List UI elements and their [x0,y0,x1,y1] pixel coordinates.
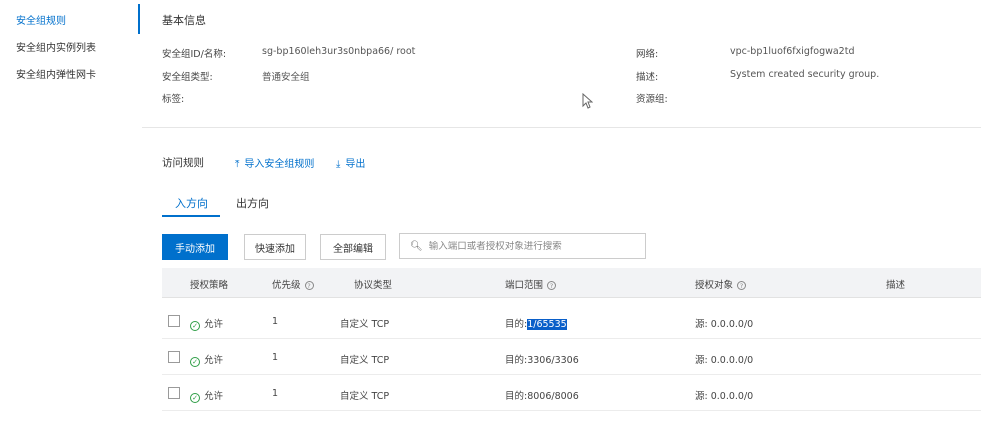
security-group-type-value: 普通安全组 [262,72,310,83]
search-input[interactable] [428,240,639,252]
source-cell: 源: 0.0.0.0/0 [695,391,754,402]
check-circle-icon: ✓ [190,321,200,331]
tab-outbound[interactable]: 出方向 [236,195,269,211]
port-prefix: 目的: [505,391,528,402]
export-label: 导出 [345,159,366,170]
port-prefix: 目的: [505,355,528,366]
table-row[interactable]: ✓ 允许 1 自定义 TCP 目的:1/65535 源: 0.0.0.0/0 [162,303,981,339]
sidebar-item-enis[interactable]: 安全组内弹性网卡 [16,66,96,81]
section-divider [142,127,981,128]
port-range-cell: 目的:8006/8006 [505,388,579,402]
source-cell: 源: 0.0.0.0/0 [695,355,754,366]
column-header-priority-label: 优先级 [272,280,301,291]
priority-cell: 1 [272,388,279,399]
download-icon: ⤓ [336,159,341,170]
edit-all-button[interactable]: 全部编辑 [320,234,386,260]
access-rules-title: 访问规则 [162,157,204,169]
column-header-port-range-label: 端口范围 [505,280,544,291]
security-group-type-label: 安全组类型: [162,72,213,83]
port-range-cell: 目的:3306/3306 [505,352,579,366]
rule-search-box[interactable]: 🔍︎ [399,233,646,259]
help-icon[interactable]: ? [737,281,747,290]
mouse-cursor-icon [582,93,593,109]
sidebar: 安全组规则 安全组内实例列表 安全组内弹性网卡 [0,0,140,423]
rules-table-header: 授权策略 优先级? 协议类型 端口范围? 授权对象? 描述 [162,268,981,298]
description-value: System created security group. [730,69,880,80]
policy-value: 允许 [204,391,224,402]
vpc-label: 网络: [636,49,659,60]
quick-add-button[interactable]: 快速添加 [244,234,306,260]
active-tab-indicator [162,215,220,217]
column-header-source-label: 授权对象 [695,280,734,291]
policy-cell: ✓ 允许 [190,388,223,403]
column-header-policy[interactable]: 授权策略 [190,277,228,291]
export-link[interactable]: ⤓ 导出 [336,155,365,170]
sidebar-active-indicator [138,4,140,34]
upload-icon: ⤒ [235,159,240,170]
row-checkbox[interactable] [168,387,180,399]
policy-value: 允许 [204,319,224,330]
column-header-description: 描述 [886,280,906,291]
check-circle-icon: ✓ [190,357,200,367]
help-icon[interactable]: ? [547,281,557,290]
sidebar-item-security-group-rules[interactable]: 安全组规则 [16,12,66,27]
priority-cell: 1 [272,316,279,327]
search-icon: 🔍︎ [410,240,423,252]
table-row[interactable]: ✓ 允许 1 自定义 TCP 目的:8006/8006 源: 0.0.0.0/0 [162,375,981,411]
column-header-priority[interactable]: 优先级? [272,277,314,291]
policy-cell: ✓ 允许 [190,316,223,331]
description-label: 描述: [636,72,659,83]
column-header-source[interactable]: 授权对象? [695,277,747,291]
port-value: 3306/3306 [527,355,579,366]
table-row[interactable]: ✓ 允许 1 自定义 TCP 目的:3306/3306 源: 0.0.0.0/0 [162,339,981,375]
resource-group-label: 资源组: [636,94,668,105]
priority-cell: 1 [272,352,279,363]
tags-label: 标签: [162,94,185,105]
main-content: 基本信息 安全组ID/名称: sg-bp160leh3ur3s0nbpa66/ … [142,0,981,423]
protocol-cell: 自定义 TCP [340,355,390,366]
protocol-cell: 自定义 TCP [340,391,390,402]
sidebar-item-instances[interactable]: 安全组内实例列表 [16,39,96,54]
tab-inbound[interactable]: 入方向 [175,195,208,211]
port-value-selected[interactable]: 1/65535 [527,319,567,330]
port-value: 8006/8006 [527,391,579,402]
column-header-protocol[interactable]: 协议类型 [354,277,392,291]
security-group-id-label: 安全组ID/名称: [162,49,227,60]
import-rules-link[interactable]: ⤒ 导入安全组规则 [235,155,314,170]
policy-cell: ✓ 允许 [190,352,223,367]
port-prefix: 目的: [505,319,528,330]
policy-value: 允许 [204,355,224,366]
help-icon[interactable]: ? [304,281,314,290]
row-checkbox[interactable] [168,315,180,327]
security-group-id-value: sg-bp160leh3ur3s0nbpa66/ root [262,46,416,57]
row-checkbox[interactable] [168,351,180,363]
basic-info-title: 基本信息 [162,14,206,27]
source-cell: 源: 0.0.0.0/0 [695,319,754,330]
import-rules-label: 导入安全组规则 [244,159,315,170]
port-range-cell: 目的:1/65535 [505,316,567,330]
vpc-value[interactable]: vpc-bp1luof6fxigfogwa2td [730,46,854,57]
protocol-cell: 自定义 TCP [340,319,390,330]
check-circle-icon: ✓ [190,393,200,403]
manual-add-button[interactable]: 手动添加 [162,234,228,260]
column-header-port-range[interactable]: 端口范围? [505,277,557,291]
